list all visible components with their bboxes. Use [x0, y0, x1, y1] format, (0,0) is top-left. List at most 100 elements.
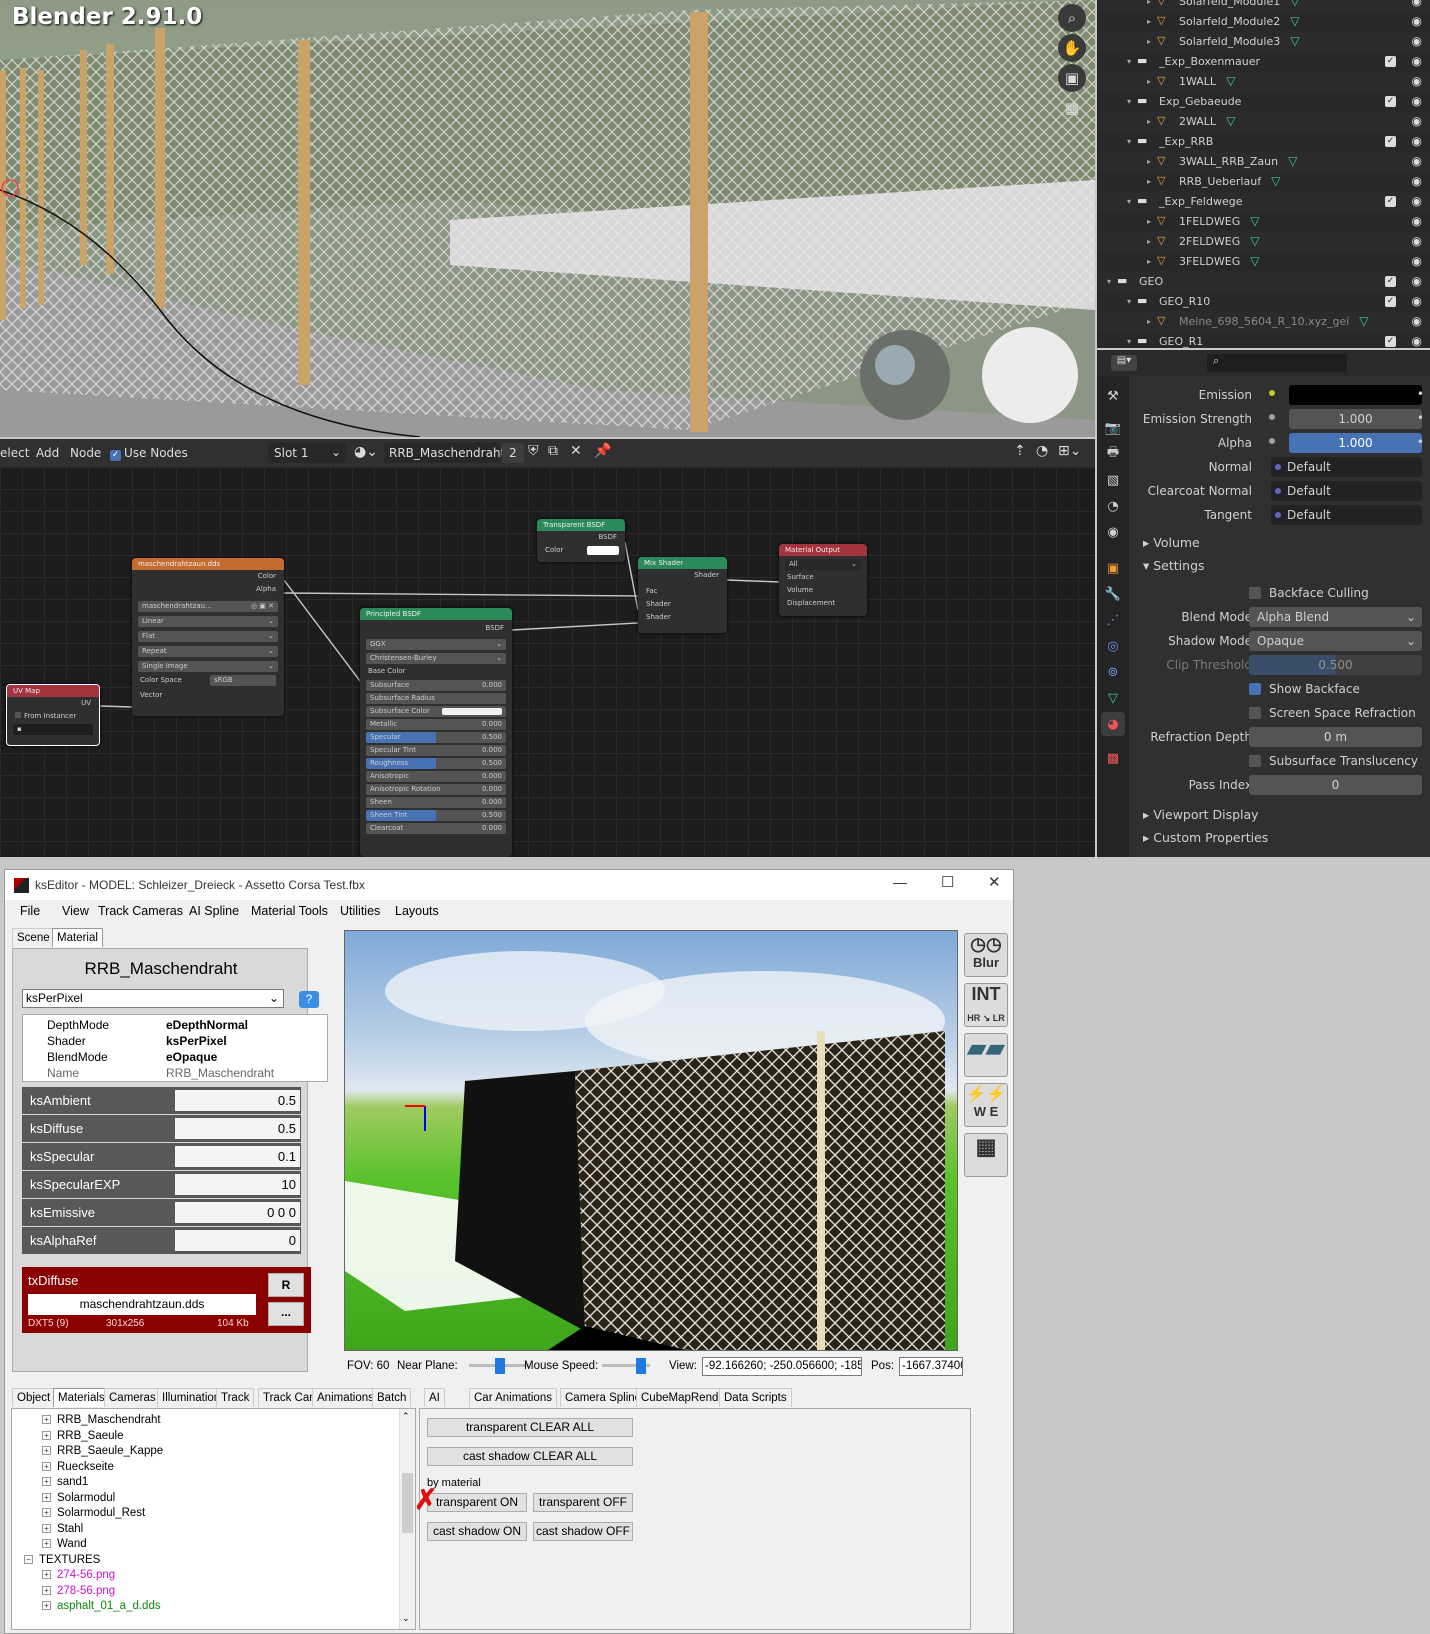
chevron-down-icon[interactable]: ▾ [1127, 97, 1137, 106]
texture-tab-icon[interactable]: ▩ [1101, 746, 1125, 770]
select-menu[interactable]: elect [0, 446, 29, 460]
int-hr-lr-icon[interactable]: INT HR ↘ LR [964, 983, 1008, 1027]
backface-culling-checkbox[interactable] [1249, 587, 1261, 599]
tab[interactable]: Material [52, 928, 103, 947]
outliner-row[interactable]: ▾ ▬ GEO_R1 ✓ ◉ [1097, 331, 1430, 348]
panel-toggle-icon[interactable]: ▰▰ [964, 1033, 1008, 1077]
scroll-down-icon[interactable]: ⌄ [402, 1613, 410, 1624]
chevron-down-icon[interactable]: ▾ [1127, 297, 1137, 306]
tree-node[interactable]: + Solarmodul [42, 1492, 115, 1504]
tool-tab-icon[interactable]: ⚒ [1101, 384, 1125, 408]
param-value-field[interactable]: 0.1 [175, 1146, 300, 1167]
expand-icon[interactable]: + [42, 1446, 51, 1456]
expand-icon[interactable]: + [42, 1539, 51, 1549]
outliner-row[interactable]: ▸ ▽ RRB_Ueberlauf ▽ ◉ [1097, 171, 1430, 191]
tree-node[interactable]: − TEXTURES [24, 1554, 100, 1566]
emission-strength-field[interactable]: 1.000 [1289, 409, 1422, 429]
close-icon[interactable]: ✕ [570, 443, 582, 459]
node-menu[interactable]: Node [70, 446, 101, 460]
mesh-data-icon[interactable]: ▽ [1271, 174, 1280, 188]
mesh-data-icon[interactable]: ▽ [1290, 34, 1299, 48]
exclude-checkbox[interactable]: ✓ [1385, 295, 1396, 307]
tree-scrollbar[interactable]: ⌃ ⌄ [399, 1409, 415, 1629]
tree-node[interactable]: + Rueckseite [42, 1461, 114, 1473]
outliner-row[interactable]: ▸ ▽ 3WALL_RRB_Zaun ▽ ◉ [1097, 151, 1430, 171]
clip-threshold-field[interactable]: 0.500 [1249, 655, 1422, 675]
grid-icon[interactable]: ▦ [964, 1133, 1008, 1177]
chevron-right-icon[interactable]: ▸ [1147, 177, 1157, 186]
expand-icon[interactable]: + [42, 1492, 51, 1502]
principled-field[interactable]: Specular Tint 0.000 [366, 745, 506, 756]
ssr-checkbox[interactable] [1249, 707, 1261, 719]
custom-properties-header[interactable]: ▸ Custom Properties [1129, 826, 1430, 850]
tree-node[interactable]: + RRB_Saeule_Kappe [42, 1445, 163, 1457]
outliner-row[interactable]: ▸ ▽ 3FELDWEG ▽ ◉ [1097, 251, 1430, 271]
chevron-down-icon[interactable]: ▾ [1127, 197, 1137, 206]
distribution-dropdown[interactable]: GGX ⌄ [366, 639, 506, 650]
mesh-data-icon[interactable]: ▽ [1290, 0, 1299, 8]
outliner-row[interactable]: ▸ ▽ Meine_698_5604_R_10.xyz_gei ▽ ◉ [1097, 311, 1430, 331]
tree-node[interactable]: + Wand [42, 1538, 87, 1550]
pos-vector-field[interactable]: -1667.374000 [899, 1357, 963, 1376]
tangent-field[interactable]: Default [1271, 505, 1422, 525]
cast-shadow-on-button[interactable]: cast shadow ON [427, 1522, 527, 1541]
mesh-data-icon[interactable]: ▽ [1288, 154, 1297, 168]
blend-mode-dropdown[interactable]: Alpha Blend ⌄ [1249, 607, 1422, 627]
tab[interactable]: Batch [372, 1388, 412, 1407]
mesh-data-icon[interactable]: ▽ [1226, 74, 1235, 88]
chevron-right-icon[interactable]: ▸ [1147, 237, 1157, 246]
param-value-field[interactable]: 10 [175, 1174, 300, 1195]
menu-item[interactable]: AI Spline [189, 904, 239, 918]
tab[interactable]: Illumination [157, 1388, 226, 1407]
outliner-row[interactable]: ▸ ▽ Solarfeld_Module2 ▽ ◉ [1097, 11, 1430, 31]
particles-tab-icon[interactable]: ⋰ [1101, 608, 1125, 632]
expand-icon[interactable]: + [42, 1430, 51, 1440]
outliner-row[interactable]: ▾ ▬ _Exp_Feldwege ✓ ◉ [1097, 191, 1430, 211]
eye-visibility-icon[interactable]: ◉ [1412, 34, 1422, 48]
mesh-data-icon[interactable]: ▽ [1359, 314, 1368, 328]
expand-icon[interactable]: + [42, 1585, 51, 1595]
menu-item[interactable]: File [20, 904, 40, 918]
outliner-row[interactable]: ▸ ▽ Solarfeld_Module1 ▽ ◉ [1097, 0, 1430, 11]
modifier-tab-icon[interactable]: 🔧 [1101, 582, 1125, 606]
eye-visibility-icon[interactable]: ◉ [1412, 234, 1422, 248]
minimize-icon[interactable]: — [893, 874, 907, 890]
image-texture-node[interactable]: maschendrahtzaun.dds Color Alpha maschen… [132, 558, 284, 716]
mesh-data-icon[interactable]: ▽ [1226, 114, 1235, 128]
browse-texture-button[interactable]: ... [268, 1302, 304, 1326]
outliner-row[interactable]: ▾ ▬ GEO_R10 ✓ ◉ [1097, 291, 1430, 311]
chevron-down-icon[interactable]: ▾ [1107, 277, 1117, 286]
eye-visibility-icon[interactable]: ◉ [1412, 74, 1422, 88]
expand-icon[interactable]: + [42, 1570, 51, 1580]
expand-icon[interactable]: + [42, 1601, 51, 1611]
overlay-icon[interactable]: ◔ [1036, 443, 1048, 459]
eye-visibility-icon[interactable]: ◉ [1412, 94, 1422, 108]
object-tab-icon[interactable]: ▣ [1101, 556, 1125, 580]
source-dropdown[interactable]: Single Image ⌄ [138, 661, 278, 672]
eye-visibility-icon[interactable]: ◉ [1412, 274, 1422, 288]
eye-visibility-icon[interactable]: ◉ [1412, 134, 1422, 148]
show-backface-row[interactable]: Show Backface [1129, 677, 1430, 701]
keyframe-dot[interactable]: • [1417, 435, 1424, 449]
tab[interactable]: Track [216, 1388, 255, 1407]
tab[interactable]: Object [12, 1388, 56, 1407]
outliner-row[interactable]: ▸ ▽ 2WALL ▽ ◉ [1097, 111, 1430, 131]
shader-select[interactable]: ksPerPixel ⌄ [22, 989, 284, 1008]
target-dropdown[interactable]: All ⌄ [785, 559, 861, 570]
tab[interactable]: Cameras [104, 1388, 161, 1407]
chevron-right-icon[interactable]: ▸ [1147, 17, 1157, 26]
outliner-row[interactable]: ▸ ▽ 1WALL ▽ ◉ [1097, 71, 1430, 91]
interpolation-dropdown[interactable]: Linear ⌄ [138, 616, 278, 627]
exclude-checkbox[interactable]: ✓ [1385, 275, 1396, 287]
transparent-clear-all-button[interactable]: transparent CLEAR ALL [427, 1418, 633, 1437]
mesh-data-icon[interactable]: ▽ [1290, 14, 1299, 28]
tab[interactable]: Car Animations [469, 1388, 557, 1407]
principled-field[interactable]: Sheen 0.000 [366, 797, 506, 808]
we-lights-icon[interactable]: ⚡⚡ W E [964, 1083, 1008, 1127]
scrollbar-thumb[interactable] [402, 1473, 413, 1533]
volume-panel-header[interactable]: ▸ Volume [1129, 531, 1430, 555]
menu-item[interactable]: View [62, 904, 89, 918]
chevron-right-icon[interactable]: ▸ [1147, 317, 1157, 326]
eye-visibility-icon[interactable]: ◉ [1412, 154, 1422, 168]
eye-visibility-icon[interactable]: ◉ [1412, 54, 1422, 68]
